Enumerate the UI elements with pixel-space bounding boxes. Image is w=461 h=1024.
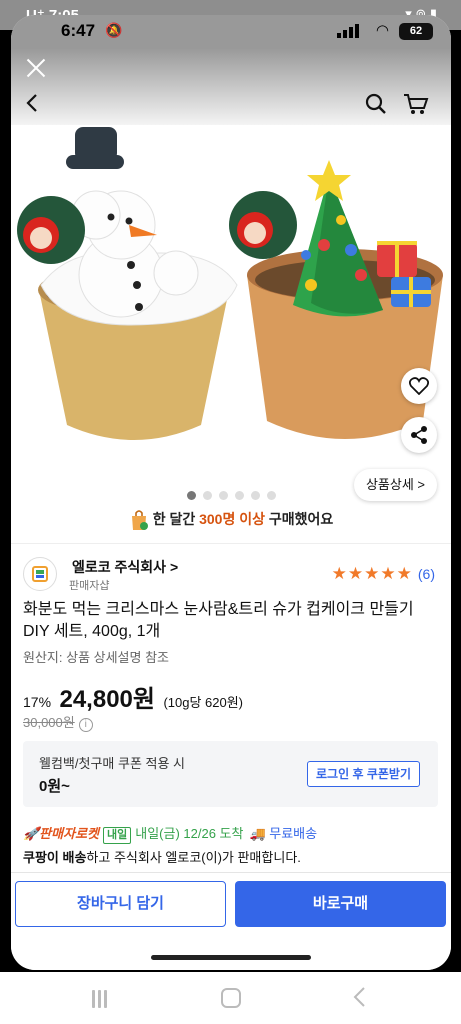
back-arrow-icon[interactable] (23, 93, 43, 113)
shopping-bag-icon (131, 510, 148, 531)
purchase-highlight: 300명 이상 (199, 511, 265, 527)
mute-bell-icon: 🔕 (105, 22, 123, 38)
purchase-suffix: 구매했어요 (265, 511, 334, 527)
star-icon: ★ (380, 564, 396, 583)
app-screenshot: 6:47 🔕 ◠ 62 상품상세 > 한 달간 300명 이상 구매했어요 엘로… (11, 15, 451, 970)
fulfillment-info: 쿠팡이 배송하고 주식회사 엘로코(이)가 판매합니다. (23, 847, 301, 866)
home-indicator[interactable] (151, 955, 311, 960)
arrival-date: 내일(금) 12/26 도착 (135, 826, 244, 841)
product-origin: 원산지: 상품 상세설명 참조 (23, 650, 170, 665)
free-shipping: 🚚 무료배송 (249, 826, 318, 841)
pager-dot[interactable] (186, 491, 196, 500)
seller-rocket-badge: 🚀판매자로켓 (23, 826, 99, 841)
wifi-icon: ◠ (375, 22, 389, 39)
login-coupon-button[interactable]: 로그인 후 쿠폰받기 (307, 761, 420, 787)
review-count[interactable]: (6) (418, 566, 435, 582)
heart-icon (409, 377, 429, 395)
android-nav-bar (0, 972, 461, 1024)
add-to-cart-button[interactable]: 장바구니 담기 (15, 881, 226, 927)
seller-row[interactable]: 엘로코 주식회사 > 판매자샵 ★ ★ ★ ★ ★ (6) (23, 555, 443, 595)
purchase-count-notice: 한 달간 300명 이상 구매했어요 (11, 509, 451, 531)
recents-icon[interactable] (92, 990, 112, 1008)
share-icon (411, 426, 427, 444)
star-icon: ★ (331, 564, 347, 583)
seller-note: 하고 주식회사 엘로코(이)가 판매합니다. (86, 850, 301, 865)
purchase-prefix: 한 달간 (152, 511, 200, 527)
pager-dot[interactable] (250, 491, 260, 500)
wishlist-button[interactable] (401, 368, 437, 404)
star-icon: ★ (364, 564, 380, 583)
product-title: 화분도 먹는 크리스마스 눈사람&트리 슈가 컵케이크 만들기 DIY 세트, … (23, 601, 414, 640)
seller-logo (23, 557, 57, 591)
star-icon: ★ (347, 564, 364, 583)
top-nav-gradient (11, 49, 451, 125)
coupon-label: 웰컴백/첫구매 쿠폰 적용 시 (39, 756, 186, 771)
star-icon: ★ (396, 564, 412, 583)
pager-dot[interactable] (266, 491, 276, 500)
share-button[interactable] (401, 417, 437, 453)
seller-shop-label: 판매자샵 (69, 580, 110, 592)
inner-status-bar: 6:47 🔕 ◠ 62 (11, 15, 451, 49)
home-icon[interactable] (221, 988, 241, 1008)
inner-status-time: 6:47 (61, 21, 96, 40)
sale-price: 24,800원 (59, 686, 155, 713)
signal-icon (337, 24, 359, 38)
cart-icon[interactable] (403, 93, 429, 115)
store-icon (32, 566, 48, 582)
battery-icon: 62 (399, 23, 433, 40)
bottom-action-bar: 장바구니 담기 바로구매 (11, 872, 451, 970)
tomorrow-tag: 내일 (103, 827, 132, 844)
coupon-amount: 0원~ (39, 778, 70, 795)
image-pager-dots (11, 491, 451, 500)
buy-now-button[interactable]: 바로구매 (235, 881, 446, 927)
search-icon[interactable] (365, 93, 387, 115)
unit-price: (10g당 620원) (163, 695, 244, 710)
pager-dot[interactable] (218, 491, 228, 500)
rating-stars[interactable]: ★ ★ ★ ★ ★ (6) (332, 564, 435, 584)
coupang-delivery: 쿠팡이 배송 (23, 850, 87, 865)
info-icon[interactable]: i (78, 718, 93, 732)
original-price-row: 30,000원 i (23, 712, 93, 732)
close-icon[interactable] (25, 57, 47, 79)
pager-dot[interactable] (202, 491, 212, 500)
discount-percent: 17% (23, 694, 52, 710)
pager-dot[interactable] (234, 491, 244, 500)
section-divider (11, 543, 451, 544)
back-nav-icon[interactable] (350, 986, 370, 1008)
seller-name[interactable]: 엘로코 주식회사 > (72, 557, 178, 577)
coupon-box: 웰컴백/첫구매 쿠폰 적용 시 0원~ 로그인 후 쿠폰받기 (23, 741, 438, 807)
product-image[interactable]: 상품상세 > (11, 125, 451, 501)
delivery-info: 🚀판매자로켓 내일 내일(금) 12/26 도착 🚚 무료배송 (23, 823, 317, 844)
cupcake-illustration (17, 127, 443, 440)
original-price: 30,000원 (23, 715, 75, 730)
price-row: 17% 24,800원 (10g당 620원) (23, 679, 244, 713)
